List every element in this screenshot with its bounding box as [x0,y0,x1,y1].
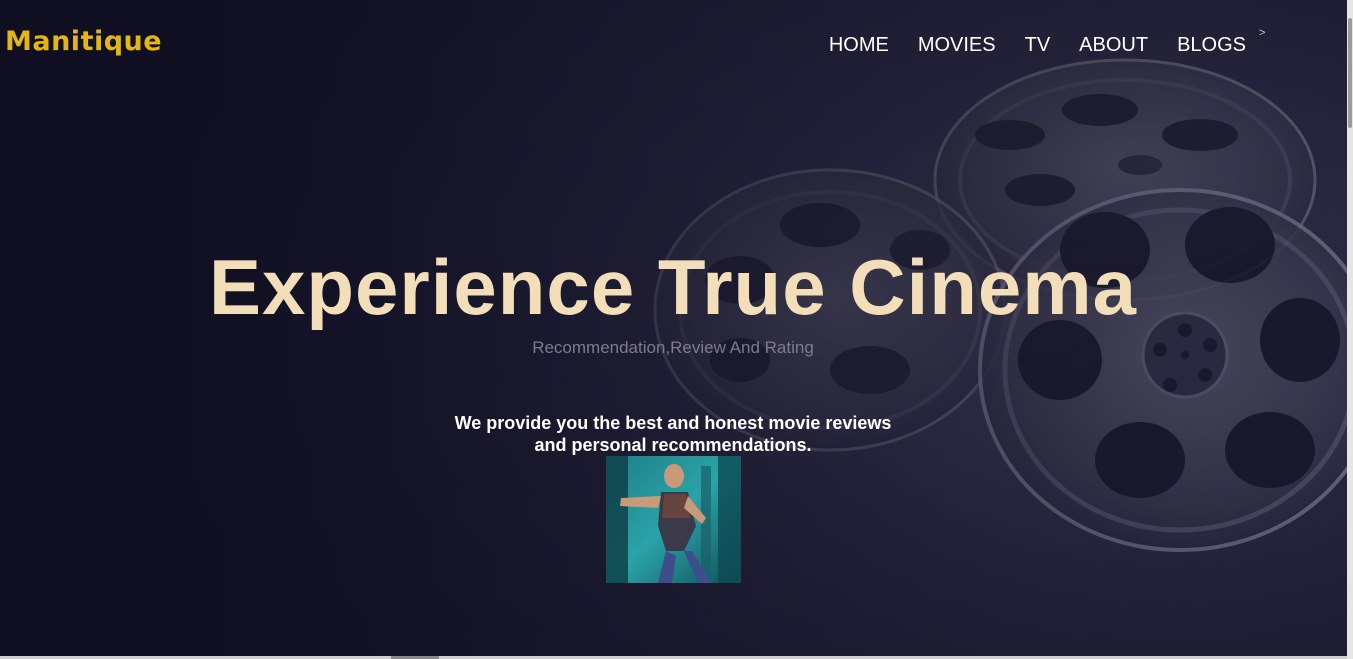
scrollbar-thumb[interactable] [1348,18,1352,128]
description-line-2: and personal recommendations. [534,435,812,455]
vertical-scrollbar[interactable] [1347,0,1353,659]
nav-tv[interactable]: TV [1025,34,1051,57]
hero-description: We provide you the best and honest movie… [0,412,1346,456]
nav-caret-icon: > [1259,27,1266,39]
nav-home[interactable]: HOME [829,34,889,57]
nav-movies[interactable]: MOVIES [918,34,996,57]
description-line-1: We provide you the best and honest movie… [454,413,892,433]
movie-poster-image[interactable] [606,456,741,583]
page: Manitique HOME MOVIES TV ABOUT BLOGS > E… [0,0,1353,659]
hero-title: Experience True Cinema [208,243,1138,331]
main-nav: HOME MOVIES TV ABOUT BLOGS [829,34,1246,57]
nav-blogs[interactable]: BLOGS [1177,34,1246,57]
nav-about[interactable]: ABOUT [1079,34,1148,57]
hero-subtitle: Recommendation,Review And Rating [532,338,814,357]
site-logo[interactable]: Manitique [5,26,162,57]
